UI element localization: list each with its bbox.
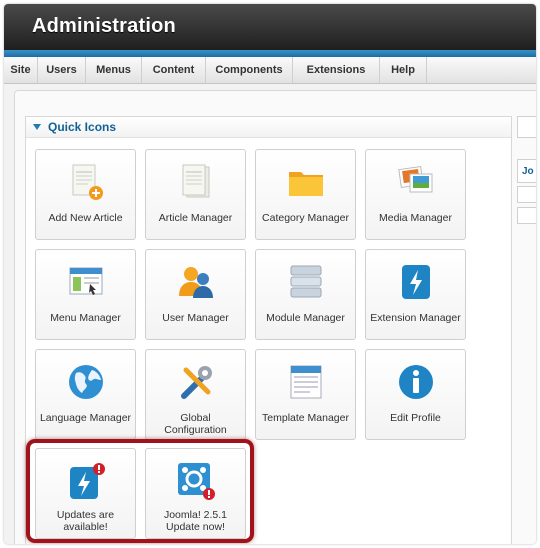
tile-label: Joomla! 2.5.1 Update now! (163, 509, 228, 533)
tile-article-manager[interactable]: Article Manager (145, 149, 246, 240)
tile-label: Global Configuration (164, 412, 227, 436)
module-icon (290, 265, 322, 298)
tile-joomla-update[interactable]: Joomla! 2.5.1 Update now! (145, 448, 246, 539)
menu-users[interactable]: Users (38, 57, 86, 83)
main-menu: Site Users Menus Content Components Exte… (4, 57, 536, 84)
tile-media-manager[interactable]: Media Manager (365, 149, 466, 240)
tile-module-manager[interactable]: Module Manager (255, 249, 356, 340)
tile-language-manager[interactable]: Language Manager (35, 349, 136, 440)
quick-icons-header[interactable]: Quick Icons (26, 117, 511, 138)
right-panel-item[interactable]: Jo (517, 159, 536, 183)
tile-label: Add New Article (48, 212, 123, 224)
menu-extensions[interactable]: Extensions (293, 57, 380, 83)
extension-update-icon (70, 463, 105, 499)
tile-label: Updates are available! (56, 509, 115, 533)
menu-manager-icon (69, 267, 103, 295)
right-panel-item[interactable] (517, 186, 536, 203)
tile-edit-profile[interactable]: Edit Profile (365, 349, 466, 440)
media-icon (398, 165, 433, 193)
folder-icon (289, 172, 323, 196)
admin-window: Administration Site Users Menus Content … (4, 4, 536, 544)
article-manager-icon (182, 164, 210, 198)
extension-icon (402, 265, 430, 299)
tile-category-manager[interactable]: Category Manager (255, 149, 356, 240)
info-icon (399, 365, 433, 399)
tile-label: Article Manager (158, 212, 233, 224)
right-panel-header[interactable] (517, 116, 536, 138)
menu-menus[interactable]: Menus (86, 57, 142, 83)
tile-add-new-article[interactable]: Add New Article (35, 149, 136, 240)
tile-global-configuration[interactable]: Global Configuration (145, 349, 246, 440)
tools-icon (181, 366, 212, 399)
header: Administration (4, 4, 536, 50)
page-title: Administration (32, 15, 176, 37)
collapse-arrow-icon (33, 124, 41, 130)
tile-menu-manager[interactable]: Menu Manager (35, 249, 136, 340)
tile-label: Module Manager (266, 312, 345, 324)
tile-user-manager[interactable]: User Manager (145, 249, 246, 340)
menu-content[interactable]: Content (142, 57, 206, 83)
users-icon (179, 267, 213, 298)
tile-label: Language Manager (39, 412, 132, 424)
menu-help[interactable]: Help (380, 57, 427, 83)
add-article-icon (72, 164, 103, 200)
tile-extension-manager[interactable]: Extension Manager (365, 249, 466, 340)
tile-label: User Manager (162, 312, 229, 324)
content-area: Quick Icons Add New Article Article Mana… (14, 90, 536, 544)
tile-label: Edit Profile (390, 412, 441, 424)
right-panel-text: Jo (522, 166, 534, 177)
menu-components[interactable]: Components (206, 57, 293, 83)
tile-updates-available[interactable]: Updates are available! (35, 448, 136, 539)
menu-site[interactable]: Site (4, 57, 38, 83)
globe-icon (69, 365, 103, 399)
quick-icons-panel: Quick Icons Add New Article Article Mana… (25, 116, 512, 544)
tile-label: Template Manager (262, 412, 349, 424)
tile-template-manager[interactable]: Template Manager (255, 349, 356, 440)
tile-label: Media Manager (379, 212, 452, 224)
header-accent-bar (4, 50, 536, 57)
tile-label: Menu Manager (50, 312, 121, 324)
joomla-update-icon (178, 463, 215, 500)
template-icon (290, 365, 322, 399)
right-panel-item[interactable] (517, 207, 536, 224)
tile-label: Category Manager (262, 212, 349, 224)
tile-label: Extension Manager (370, 312, 461, 324)
quick-icons-title: Quick Icons (48, 120, 117, 134)
